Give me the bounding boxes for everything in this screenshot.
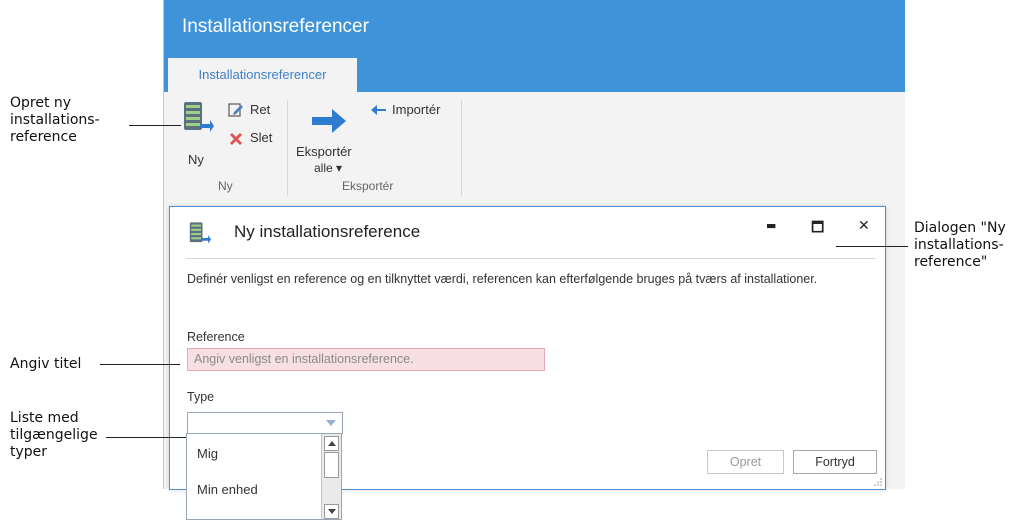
scroll-thumb[interactable] [324,452,339,478]
group-label-ny: Ny [218,179,233,193]
opret-button[interactable]: Opret [707,450,784,474]
importer-button[interactable]: Importér [370,102,458,122]
callout-line [100,364,180,365]
eksporter-alle-label-1: Eksportér [296,144,352,159]
edit-icon [228,103,243,117]
reference-label: Reference [187,330,245,344]
ny-button-label: Ny [188,152,204,167]
reference-input[interactable]: Angiv venligst en installationsreference… [187,348,545,371]
close-button[interactable]: ✕ [858,218,870,234]
list-item[interactable]: Mig [197,446,218,461]
type-dropdown-list: Mig Min enhed [186,433,342,520]
ribbon-tab-installationsreferencer[interactable]: Installationsreferencer [168,58,357,92]
import-arrow-icon [371,105,386,115]
scroll-up-button[interactable] [324,436,339,451]
dialog-separator [186,258,876,259]
slet-button[interactable]: Slet [228,130,278,150]
callout-angiv-titel: Angiv titel [10,356,82,372]
importer-button-label: Importér [392,102,441,117]
dialog-title: Ny installationsreference [234,222,421,241]
delete-icon [230,133,242,145]
export-arrow-icon [312,109,346,133]
maximize-button[interactable]: 🗖 [811,217,824,241]
fortryd-button[interactable]: Fortryd [793,450,877,474]
callout-opret-ny: Opret ny installations- reference [10,95,100,145]
server-icon [184,102,214,132]
ny-button[interactable]: Ny [178,100,218,170]
type-label: Type [187,390,215,404]
group-label-eksporter: Eksportér [342,179,394,193]
slet-button-label: Slet [250,130,273,145]
callout-line [836,246,908,247]
chevron-up-icon [328,441,336,446]
dialog-description: Definér venligst en reference og en tilk… [187,272,818,286]
server-icon [189,222,211,244]
scroll-down-button[interactable] [324,504,339,519]
callout-line [106,437,186,438]
callout-line [129,125,181,126]
minimize-button[interactable]: ▬ [766,219,776,232]
group-separator [461,100,462,196]
dropdown-scrollbar[interactable] [321,434,341,519]
resize-grip-icon[interactable] [873,477,883,487]
chevron-down-icon [328,509,336,514]
chevron-down-icon [326,420,336,426]
ret-button[interactable]: Ret [228,102,278,122]
eksporter-alle-label-2: alle ▾ [314,161,343,175]
list-item[interactable]: Min enhed [197,482,258,497]
group-separator [287,100,288,196]
callout-dialogen: Dialogen "Ny installations- reference" [914,220,1006,270]
eksporter-alle-button[interactable]: Eksportér alle ▾ [294,100,366,180]
callout-liste: Liste med tilgængelige typer [10,410,98,460]
type-select[interactable] [187,412,343,434]
ret-button-label: Ret [250,102,271,117]
window-title: Installationsreferencer [164,0,905,54]
ribbon-tab-strip: Installationsreferencer [164,54,905,92]
ribbon: Ny Ret Slet Ny Eksportér alle ▾ Importér… [164,92,905,204]
